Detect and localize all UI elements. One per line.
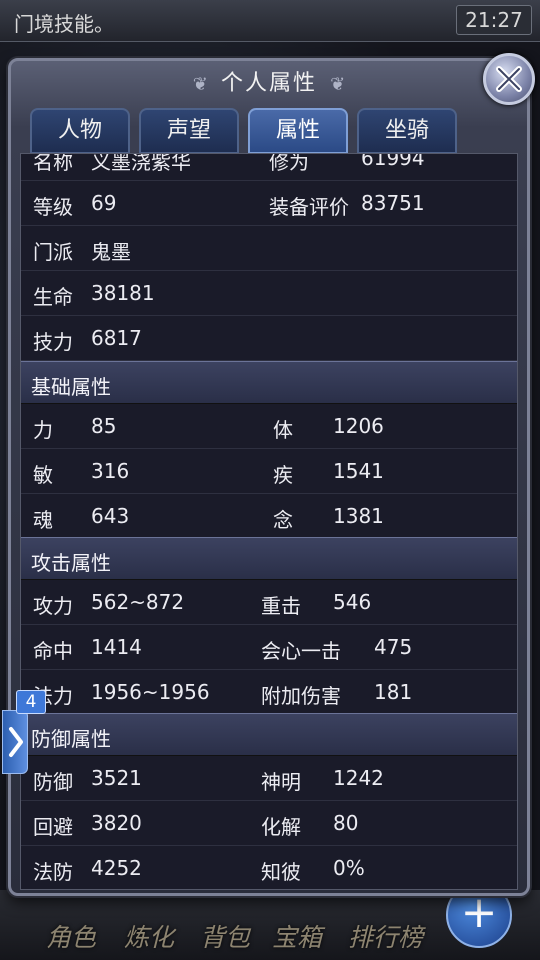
section-header-basic: 基础属性 bbox=[21, 361, 517, 404]
row-value: 1956~1956 bbox=[91, 680, 210, 704]
row-value: 83751 bbox=[361, 191, 425, 215]
top-status-bar: 门境技能。 21:27 bbox=[0, 0, 540, 42]
title-ornament-right-icon: ❦ bbox=[330, 74, 346, 95]
row-value: 546 bbox=[333, 590, 372, 614]
row-key: 门派 bbox=[33, 240, 73, 264]
row-value: 181 bbox=[374, 680, 413, 704]
bottom-nav-bar: 角色 炼化 背包 宝箱 排行榜 + bbox=[0, 882, 540, 960]
row-key: 知彼 bbox=[261, 860, 301, 884]
row-value: 1541 bbox=[333, 459, 384, 483]
row-key: 附加伤害 bbox=[261, 684, 341, 708]
row-key: 体 bbox=[273, 418, 293, 442]
row-value: 义墨浇紫华 bbox=[91, 153, 191, 174]
row-value: 80 bbox=[333, 811, 359, 835]
row-value: 6817 bbox=[91, 326, 142, 350]
row-key: 等级 bbox=[33, 195, 73, 219]
row-key: 重击 bbox=[261, 594, 301, 618]
stat-row: 攻力 562~872 重击 546 bbox=[21, 580, 517, 625]
row-value: 85 bbox=[91, 414, 117, 438]
info-row: 等级 69 装备评价 83751 bbox=[21, 181, 517, 226]
title-ornament-left-icon: ❦ bbox=[192, 74, 208, 95]
row-key: 法防 bbox=[33, 860, 73, 884]
row-key: 会心一击 bbox=[261, 639, 341, 663]
chevron-right-icon bbox=[9, 727, 23, 757]
info-row: 生命 38181 bbox=[21, 271, 517, 316]
clock: 21:27 bbox=[456, 5, 532, 35]
row-value: 1414 bbox=[91, 635, 142, 659]
row-key: 神明 bbox=[261, 770, 301, 794]
row-value: 3521 bbox=[91, 766, 142, 790]
row-value: 316 bbox=[91, 459, 130, 483]
row-key: 力 bbox=[33, 418, 53, 442]
section-header-defense: 防御属性 bbox=[21, 713, 517, 756]
section-header-attack: 攻击属性 bbox=[21, 537, 517, 580]
nav-bag[interactable]: 背包 bbox=[200, 918, 250, 954]
skill-hint-text: 门境技能。 bbox=[14, 12, 114, 36]
row-key: 化解 bbox=[261, 815, 301, 839]
stat-row: 法力 1956~1956 附加伤害 181 bbox=[21, 670, 517, 715]
info-row: 门派 鬼墨 bbox=[21, 226, 517, 271]
row-key: 名称 bbox=[33, 153, 73, 174]
row-value: 61994 bbox=[361, 153, 425, 170]
tab-reputation[interactable]: 声望 bbox=[139, 108, 239, 154]
row-value: 0% bbox=[333, 856, 365, 880]
info-row: 名称 义墨浇紫华 修为 61994 bbox=[21, 153, 517, 181]
row-key: 修为 bbox=[269, 153, 309, 174]
tab-attributes[interactable]: 属性 bbox=[248, 108, 348, 154]
nav-ranking[interactable]: 排行榜 bbox=[348, 918, 423, 954]
row-key: 攻力 bbox=[33, 594, 73, 618]
panel-title-bar: ❦ 个人属性 ❦ bbox=[11, 61, 527, 101]
tab-character[interactable]: 人物 bbox=[30, 108, 130, 154]
stat-row: 魂 643 念 1381 bbox=[21, 494, 517, 539]
row-key: 生命 bbox=[33, 285, 73, 309]
row-value: 1206 bbox=[333, 414, 384, 438]
info-row: 技力 6817 bbox=[21, 316, 517, 361]
section-title: 攻击属性 bbox=[31, 551, 111, 575]
attribute-list[interactable]: 名称 义墨浇紫华 修为 61994 等级 69 装备评价 83751 门派 鬼墨… bbox=[20, 153, 518, 890]
row-value: 鬼墨 bbox=[91, 240, 131, 264]
panel-title: 个人属性 bbox=[220, 71, 317, 96]
row-key: 装备评价 bbox=[269, 195, 349, 219]
row-value: 1242 bbox=[333, 766, 384, 790]
row-key: 防御 bbox=[33, 770, 73, 794]
row-key: 敏 bbox=[33, 463, 53, 487]
row-value: 643 bbox=[91, 504, 130, 528]
row-value: 38181 bbox=[91, 281, 155, 305]
row-value: 1381 bbox=[333, 504, 384, 528]
row-key: 命中 bbox=[33, 639, 73, 663]
side-expand-handle[interactable] bbox=[2, 710, 28, 774]
section-title: 防御属性 bbox=[31, 727, 111, 751]
stat-row: 力 85 体 1206 bbox=[21, 404, 517, 449]
nav-refine[interactable]: 炼化 bbox=[124, 918, 174, 954]
row-value: 4252 bbox=[91, 856, 142, 880]
tab-mount[interactable]: 坐骑 bbox=[357, 108, 457, 154]
row-value: 562~872 bbox=[91, 590, 185, 614]
section-title: 基础属性 bbox=[31, 375, 111, 399]
stat-row: 命中 1414 会心一击 475 bbox=[21, 625, 517, 670]
stat-row: 敏 316 疾 1541 bbox=[21, 449, 517, 494]
row-key: 念 bbox=[273, 508, 293, 532]
stat-row: 回避 3820 化解 80 bbox=[21, 801, 517, 846]
row-key: 魂 bbox=[33, 508, 53, 532]
row-value: 69 bbox=[91, 191, 117, 215]
row-key: 疾 bbox=[273, 463, 293, 487]
close-icon bbox=[496, 66, 522, 92]
notification-badge: 4 bbox=[16, 690, 46, 714]
nav-character[interactable]: 角色 bbox=[46, 918, 96, 954]
row-key: 回避 bbox=[33, 815, 73, 839]
nav-treasure[interactable]: 宝箱 bbox=[272, 918, 322, 954]
row-value: 475 bbox=[374, 635, 413, 659]
row-value: 3820 bbox=[91, 811, 142, 835]
stat-row: 法防 4252 知彼 0% bbox=[21, 846, 517, 889]
row-key: 技力 bbox=[33, 330, 73, 354]
stat-row: 防御 3521 神明 1242 bbox=[21, 756, 517, 801]
close-button[interactable] bbox=[483, 53, 535, 105]
